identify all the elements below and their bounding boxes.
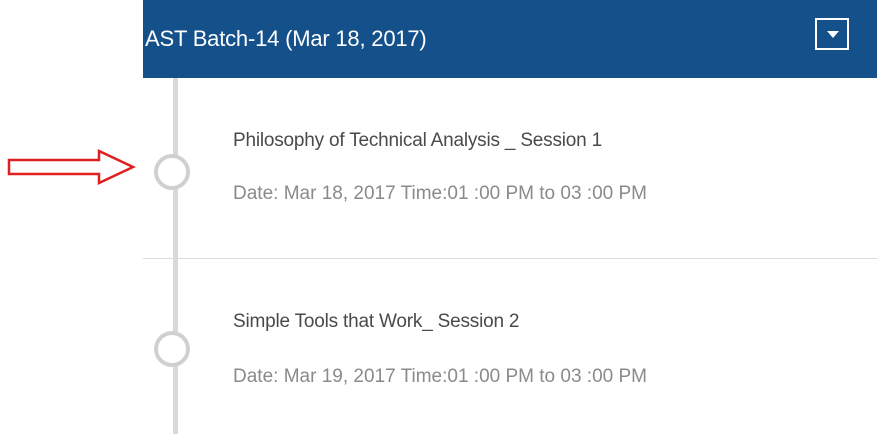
timeline-line [173, 78, 178, 434]
timeline-node-session-1 [154, 154, 190, 190]
red-arrow-right-icon [7, 149, 136, 185]
session-divider [143, 258, 877, 259]
caret-down-icon [827, 31, 839, 38]
session-1-title[interactable]: Philosophy of Technical Analysis _ Sessi… [233, 130, 602, 152]
session-1-datetime: Date: Mar 18, 2017 Time:01 :00 PM to 03 … [233, 183, 647, 204]
batch-dropdown-button[interactable] [815, 18, 849, 50]
timeline-node-session-2 [154, 331, 190, 367]
session-2-title[interactable]: Simple Tools that Work_ Session 2 [233, 311, 519, 333]
batch-title: AST Batch-14 (Mar 18, 2017) [145, 26, 427, 51]
batch-header: AST Batch-14 (Mar 18, 2017) [143, 0, 877, 78]
batch-timeline-panel: AST Batch-14 (Mar 18, 2017) Philosophy o… [0, 0, 877, 434]
session-2-datetime: Date: Mar 19, 2017 Time:01 :00 PM to 03 … [233, 366, 647, 387]
